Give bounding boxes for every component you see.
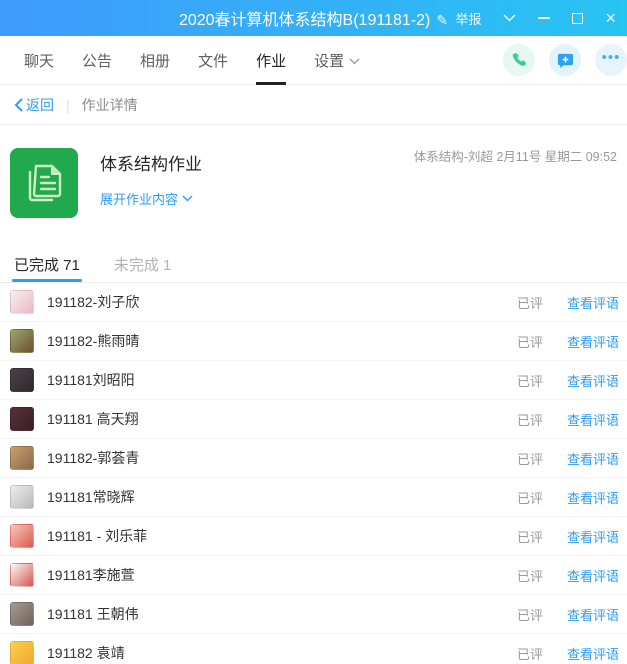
breadcrumb-divider: | (66, 96, 70, 113)
student-row[interactable]: 191182-熊雨晴 已评 查看评语 (0, 322, 627, 361)
minimize-button[interactable] (527, 0, 561, 36)
student-name: 191181刘昭阳 (47, 372, 135, 388)
more-button[interactable]: ••• (595, 44, 627, 76)
assignment-card: 体系结构作业 展开作业内容 体系结构-刘超 2月11号 星期二 09:52 (0, 125, 627, 246)
student-row[interactable]: 191182-郭荟青 已评 查看评语 (0, 439, 627, 478)
chevron-down-icon (182, 195, 193, 202)
view-comment-link[interactable]: 查看评语 (567, 527, 619, 546)
report-button[interactable]: 举报 (444, 0, 492, 36)
tab-album[interactable]: 相册 (126, 36, 184, 85)
view-comment-link[interactable]: 查看评语 (567, 449, 619, 468)
status-graded: 已评 (516, 295, 543, 311)
tab-homework[interactable]: 作业 (242, 36, 300, 85)
student-row[interactable]: 191181常晓辉 已评 查看评语 (0, 478, 627, 517)
view-comment-link[interactable]: 查看评语 (567, 410, 619, 429)
phone-icon (512, 53, 526, 66)
message-plus-icon (557, 53, 573, 68)
avatar (10, 563, 34, 587)
status-graded: 已评 (516, 451, 543, 467)
student-list: 191182-刘子欣 已评 查看评语 191182-熊雨晴 已评 查看评语 19… (0, 283, 627, 664)
avatar (10, 524, 34, 548)
group-name: 2020春计算机体系结构B(191181-2) (178, 12, 431, 29)
view-comment-link[interactable]: 查看评语 (567, 488, 619, 507)
homework-document-icon (10, 148, 78, 218)
view-comment-link[interactable]: 查看评语 (567, 605, 619, 624)
close-button[interactable]: × (594, 0, 627, 36)
student-name: 191181 王朝伟 (47, 606, 139, 622)
student-name: 191181 - 刘乐菲 (47, 528, 148, 544)
student-row[interactable]: 191181刘昭阳 已评 查看评语 (0, 361, 627, 400)
status-graded: 已评 (516, 490, 543, 506)
assignment-title: 体系结构作业 (100, 155, 202, 174)
more-icon: ••• (601, 48, 621, 66)
status-graded: 已评 (516, 373, 543, 389)
status-graded: 已评 (516, 607, 543, 623)
tab-settings-label: 设置 (314, 52, 345, 70)
avatar (10, 407, 34, 431)
maximize-button[interactable] (561, 0, 594, 36)
student-row[interactable]: 191182 袁靖 已评 查看评语 (0, 634, 627, 664)
nav-right-actions: ••• (503, 44, 627, 76)
tab-announcement[interactable]: 公告 (68, 36, 126, 85)
completion-tabs: 已完成 71 未完成 1 (0, 246, 627, 283)
assignment-meta: 体系结构-刘超 2月11号 星期二 09:52 (413, 150, 617, 164)
tab-files[interactable]: 文件 (184, 36, 242, 85)
view-comment-link[interactable]: 查看评语 (567, 644, 619, 663)
student-row[interactable]: 191181 高天翔 已评 查看评语 (0, 400, 627, 439)
avatar (10, 290, 34, 314)
avatar (10, 485, 34, 509)
tab-incomplete[interactable]: 未完成 1 (114, 246, 172, 282)
page-title: 作业详情 (81, 96, 138, 113)
student-name: 191182 袁靖 (47, 645, 125, 661)
window-controls: 举报 × (444, 0, 627, 36)
phone-call-button[interactable] (503, 44, 535, 76)
student-name: 191182-刘子欣 (47, 294, 140, 310)
status-graded: 已评 (516, 412, 543, 428)
student-row[interactable]: 191182-刘子欣 已评 查看评语 (0, 283, 627, 322)
avatar (10, 602, 34, 626)
status-graded: 已评 (516, 646, 543, 662)
student-name: 191181常晓辉 (47, 489, 135, 505)
new-message-button[interactable] (549, 44, 581, 76)
chevron-down-icon (349, 52, 360, 69)
student-row[interactable]: 191181李施萱 已评 查看评语 (0, 556, 627, 595)
student-name: 191181 高天翔 (47, 411, 139, 427)
window-titlebar: 2020春计算机体系结构B(191181-2) ✎ 举报 × (0, 0, 627, 36)
status-graded: 已评 (516, 568, 543, 584)
back-button[interactable]: 返回 (14, 95, 54, 115)
chevron-left-icon (14, 97, 23, 112)
view-comment-link[interactable]: 查看评语 (567, 566, 619, 585)
status-graded: 已评 (516, 529, 543, 545)
main-nav: 聊天 公告 相册 文件 作业 设置 ••• (0, 36, 627, 85)
view-comment-link[interactable]: 查看评语 (567, 293, 619, 312)
chevron-down-icon[interactable] (492, 0, 527, 36)
status-graded: 已评 (516, 334, 543, 350)
breadcrumb: 返回 | 作业详情 (0, 85, 627, 125)
student-name: 191181李施萱 (47, 567, 135, 583)
avatar (10, 446, 34, 470)
avatar (10, 641, 34, 664)
student-name: 191182-熊雨晴 (47, 333, 140, 349)
expand-label: 展开作业内容 (100, 192, 179, 207)
student-name: 191182-郭荟青 (47, 450, 140, 466)
student-row[interactable]: 191181 王朝伟 已评 查看评语 (0, 595, 627, 634)
avatar (10, 368, 34, 392)
tab-settings[interactable]: 设置 (300, 36, 374, 85)
tab-chat[interactable]: 聊天 (10, 36, 68, 85)
view-comment-link[interactable]: 查看评语 (567, 332, 619, 351)
back-label: 返回 (26, 96, 54, 113)
tab-completed[interactable]: 已完成 71 (12, 246, 82, 282)
student-row[interactable]: 191181 - 刘乐菲 已评 查看评语 (0, 517, 627, 556)
view-comment-link[interactable]: 查看评语 (567, 371, 619, 390)
expand-assignment-link[interactable]: 展开作业内容 (100, 189, 202, 208)
avatar (10, 329, 34, 353)
